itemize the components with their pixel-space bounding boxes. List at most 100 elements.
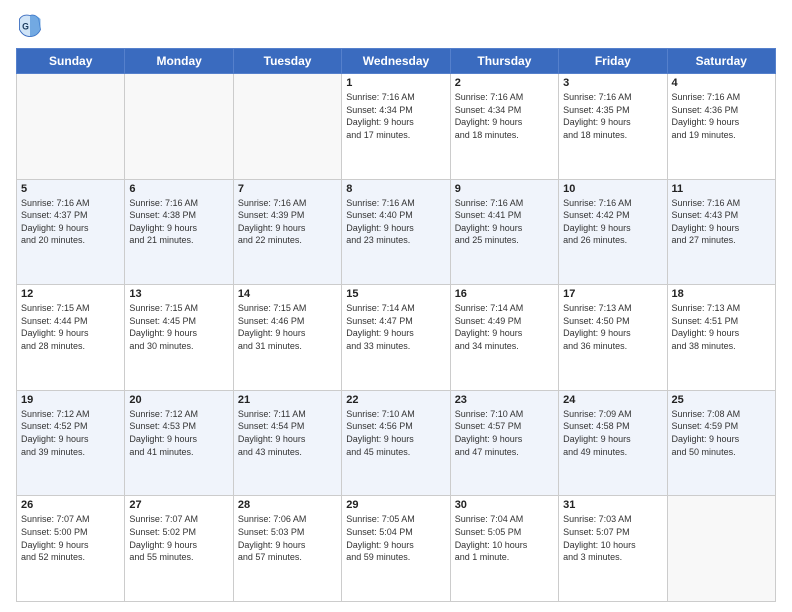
day-info: Sunrise: 7:15 AM Sunset: 4:45 PM Dayligh… <box>129 302 228 352</box>
calendar-cell: 5 Sunrise: 7:16 AM Sunset: 4:37 PM Daylig… <box>17 179 125 285</box>
week-row-4: 19Sunrise: 7:12 AM Sunset: 4:52 PM Dayli… <box>17 390 776 496</box>
day-number: 7 <box>238 183 337 195</box>
day-info: Sunrise: 7:04 AM Sunset: 5:05 PM Dayligh… <box>455 513 554 563</box>
day-info: Sunrise: 7:09 AM Sunset: 4:58 PM Dayligh… <box>563 408 662 458</box>
calendar-cell: 29 Sunrise: 7:05 AM Sunset: 5:04 PM Dayli… <box>342 496 450 602</box>
calendar-cell: 26 Sunrise: 7:07 AM Sunset: 5:00 PM Dayli… <box>17 496 125 602</box>
day-number: 30 <box>455 499 554 511</box>
calendar-cell: 22 Sunrise: 7:10 AM Sunset: 4:56 PM Dayli… <box>342 390 450 496</box>
day-number: 26 <box>21 499 120 511</box>
calendar-cell: 2 Sunrise: 7:16 AM Sunset: 4:34 PM Daylig… <box>450 74 558 180</box>
header-row: SundayMondayTuesdayWednesdayThursdayFrid… <box>17 49 776 74</box>
calendar-cell: 18 Sunrise: 7:13 AM Sunset: 4:51 PM Dayli… <box>667 285 775 391</box>
day-number: 20 <box>129 394 228 406</box>
day-number: 29 <box>346 499 445 511</box>
day-number: 17 <box>563 288 662 300</box>
calendar-cell: 31 Sunrise: 7:03 AM Sunset: 5:07 PM Dayli… <box>559 496 667 602</box>
day-number: 28 <box>238 499 337 511</box>
week-row-5: 26 Sunrise: 7:07 AM Sunset: 5:00 PM Dayli… <box>17 496 776 602</box>
day-info: Sunrise: 7:05 AM Sunset: 5:04 PM Dayligh… <box>346 513 445 563</box>
calendar-cell: 23 Sunrise: 7:10 AM Sunset: 4:57 PM Dayli… <box>450 390 558 496</box>
day-number: 24 <box>563 394 662 406</box>
calendar-cell: 19Sunrise: 7:12 AM Sunset: 4:52 PM Dayli… <box>17 390 125 496</box>
day-info: Sunrise: 7:07 AM Sunset: 5:00 PM Dayligh… <box>21 513 120 563</box>
calendar-cell: 15 Sunrise: 7:14 AM Sunset: 4:47 PM Dayli… <box>342 285 450 391</box>
calendar-cell: 8 Sunrise: 7:16 AM Sunset: 4:40 PM Daylig… <box>342 179 450 285</box>
header-cell-thursday: Thursday <box>450 49 558 74</box>
calendar-body: 1 Sunrise: 7:16 AM Sunset: 4:34 PM Daylig… <box>17 74 776 602</box>
svg-text:G: G <box>22 22 29 32</box>
day-info: Sunrise: 7:16 AM Sunset: 4:41 PM Dayligh… <box>455 197 554 247</box>
day-number: 27 <box>129 499 228 511</box>
day-info: Sunrise: 7:10 AM Sunset: 4:57 PM Dayligh… <box>455 408 554 458</box>
calendar-cell: 11 Sunrise: 7:16 AM Sunset: 4:43 PM Dayli… <box>667 179 775 285</box>
day-info: Sunrise: 7:16 AM Sunset: 4:34 PM Dayligh… <box>455 91 554 141</box>
day-number: 12 <box>21 288 120 300</box>
calendar-cell: 6 Sunrise: 7:16 AM Sunset: 4:38 PM Daylig… <box>125 179 233 285</box>
day-number: 9 <box>455 183 554 195</box>
day-number: 22 <box>346 394 445 406</box>
day-info: Sunrise: 7:16 AM Sunset: 4:42 PM Dayligh… <box>563 197 662 247</box>
calendar-cell: 17Sunrise: 7:13 AM Sunset: 4:50 PM Dayli… <box>559 285 667 391</box>
day-number: 6 <box>129 183 228 195</box>
day-info: Sunrise: 7:11 AM Sunset: 4:54 PM Dayligh… <box>238 408 337 458</box>
day-number: 5 <box>21 183 120 195</box>
header-cell-wednesday: Wednesday <box>342 49 450 74</box>
day-info: Sunrise: 7:16 AM Sunset: 4:39 PM Dayligh… <box>238 197 337 247</box>
day-number: 15 <box>346 288 445 300</box>
day-info: Sunrise: 7:06 AM Sunset: 5:03 PM Dayligh… <box>238 513 337 563</box>
day-number: 8 <box>346 183 445 195</box>
logo: G <box>16 12 48 40</box>
day-number: 1 <box>346 77 445 89</box>
calendar-cell <box>233 74 341 180</box>
day-info: Sunrise: 7:14 AM Sunset: 4:47 PM Dayligh… <box>346 302 445 352</box>
day-number: 14 <box>238 288 337 300</box>
header-cell-sunday: Sunday <box>17 49 125 74</box>
day-info: Sunrise: 7:16 AM Sunset: 4:37 PM Dayligh… <box>21 197 120 247</box>
day-number: 13 <box>129 288 228 300</box>
calendar-cell: 4 Sunrise: 7:16 AM Sunset: 4:36 PM Daylig… <box>667 74 775 180</box>
calendar-cell: 3Sunrise: 7:16 AM Sunset: 4:35 PM Daylig… <box>559 74 667 180</box>
header-cell-saturday: Saturday <box>667 49 775 74</box>
calendar-cell: 7 Sunrise: 7:16 AM Sunset: 4:39 PM Daylig… <box>233 179 341 285</box>
header-cell-friday: Friday <box>559 49 667 74</box>
day-number: 16 <box>455 288 554 300</box>
day-info: Sunrise: 7:13 AM Sunset: 4:51 PM Dayligh… <box>672 302 771 352</box>
day-number: 18 <box>672 288 771 300</box>
day-number: 4 <box>672 77 771 89</box>
logo-icon: G <box>16 12 44 40</box>
day-info: Sunrise: 7:16 AM Sunset: 4:34 PM Dayligh… <box>346 91 445 141</box>
day-info: Sunrise: 7:12 AM Sunset: 4:53 PM Dayligh… <box>129 408 228 458</box>
calendar-cell: 12 Sunrise: 7:15 AM Sunset: 4:44 PM Dayli… <box>17 285 125 391</box>
day-info: Sunrise: 7:15 AM Sunset: 4:44 PM Dayligh… <box>21 302 120 352</box>
calendar-cell: 20 Sunrise: 7:12 AM Sunset: 4:53 PM Dayli… <box>125 390 233 496</box>
day-info: Sunrise: 7:16 AM Sunset: 4:36 PM Dayligh… <box>672 91 771 141</box>
day-number: 31 <box>563 499 662 511</box>
calendar-table: SundayMondayTuesdayWednesdayThursdayFrid… <box>16 48 776 602</box>
day-info: Sunrise: 7:03 AM Sunset: 5:07 PM Dayligh… <box>563 513 662 563</box>
calendar-cell: 1 Sunrise: 7:16 AM Sunset: 4:34 PM Daylig… <box>342 74 450 180</box>
day-number: 23 <box>455 394 554 406</box>
header: G <box>16 12 776 40</box>
day-number: 11 <box>672 183 771 195</box>
day-number: 25 <box>672 394 771 406</box>
calendar-cell: 9 Sunrise: 7:16 AM Sunset: 4:41 PM Daylig… <box>450 179 558 285</box>
day-info: Sunrise: 7:16 AM Sunset: 4:43 PM Dayligh… <box>672 197 771 247</box>
calendar-header: SundayMondayTuesdayWednesdayThursdayFrid… <box>17 49 776 74</box>
calendar-cell: 28 Sunrise: 7:06 AM Sunset: 5:03 PM Dayli… <box>233 496 341 602</box>
day-info: Sunrise: 7:10 AM Sunset: 4:56 PM Dayligh… <box>346 408 445 458</box>
page: G SundayMondayTuesdayWednesdayThursdayFr… <box>0 0 792 612</box>
calendar-cell: 30 Sunrise: 7:04 AM Sunset: 5:05 PM Dayli… <box>450 496 558 602</box>
week-row-1: 1 Sunrise: 7:16 AM Sunset: 4:34 PM Daylig… <box>17 74 776 180</box>
day-number: 3 <box>563 77 662 89</box>
calendar-cell: 25Sunrise: 7:08 AM Sunset: 4:59 PM Dayli… <box>667 390 775 496</box>
day-info: Sunrise: 7:16 AM Sunset: 4:40 PM Dayligh… <box>346 197 445 247</box>
calendar-cell: 10 Sunrise: 7:16 AM Sunset: 4:42 PM Dayli… <box>559 179 667 285</box>
calendar-cell: 21Sunrise: 7:11 AM Sunset: 4:54 PM Dayli… <box>233 390 341 496</box>
day-number: 10 <box>563 183 662 195</box>
day-number: 2 <box>455 77 554 89</box>
calendar-cell: 16Sunrise: 7:14 AM Sunset: 4:49 PM Dayli… <box>450 285 558 391</box>
calendar-cell <box>667 496 775 602</box>
header-cell-monday: Monday <box>125 49 233 74</box>
day-info: Sunrise: 7:16 AM Sunset: 4:38 PM Dayligh… <box>129 197 228 247</box>
